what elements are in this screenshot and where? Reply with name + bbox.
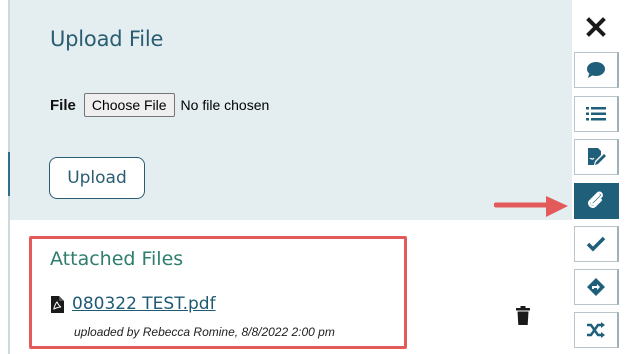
red-pointer-arrow [494,196,568,217]
route-icon [587,278,605,296]
upload-title: Upload File [50,27,164,51]
attached-files-highlight [29,236,407,349]
upload-button[interactable]: Upload [49,157,145,199]
no-file-chosen-text: No file chosen [180,97,270,113]
signature-icon [588,148,606,165]
file-input-row: File Choose File No file chosen [50,93,269,117]
shuffle-icon [587,322,605,338]
trash-icon[interactable] [515,306,531,326]
list-tool-button[interactable] [574,96,619,132]
list-icon [586,107,606,121]
close-icon [586,17,606,37]
check-icon [586,236,606,252]
choose-file-button[interactable]: Choose File [83,93,175,117]
approve-tool-button[interactable] [574,226,619,262]
sign-tool-button[interactable] [574,139,619,175]
comments-tool-button[interactable] [574,52,619,88]
file-label: File [50,96,76,114]
route-tool-button[interactable] [574,269,619,305]
paperclip-icon [588,191,603,208]
shuffle-tool-button[interactable] [574,312,619,348]
close-button[interactable] [582,13,610,41]
attachments-tool-button[interactable] [574,183,619,219]
comment-icon [587,62,605,78]
app-frame: Upload File File Choose File No file cho… [0,0,641,354]
